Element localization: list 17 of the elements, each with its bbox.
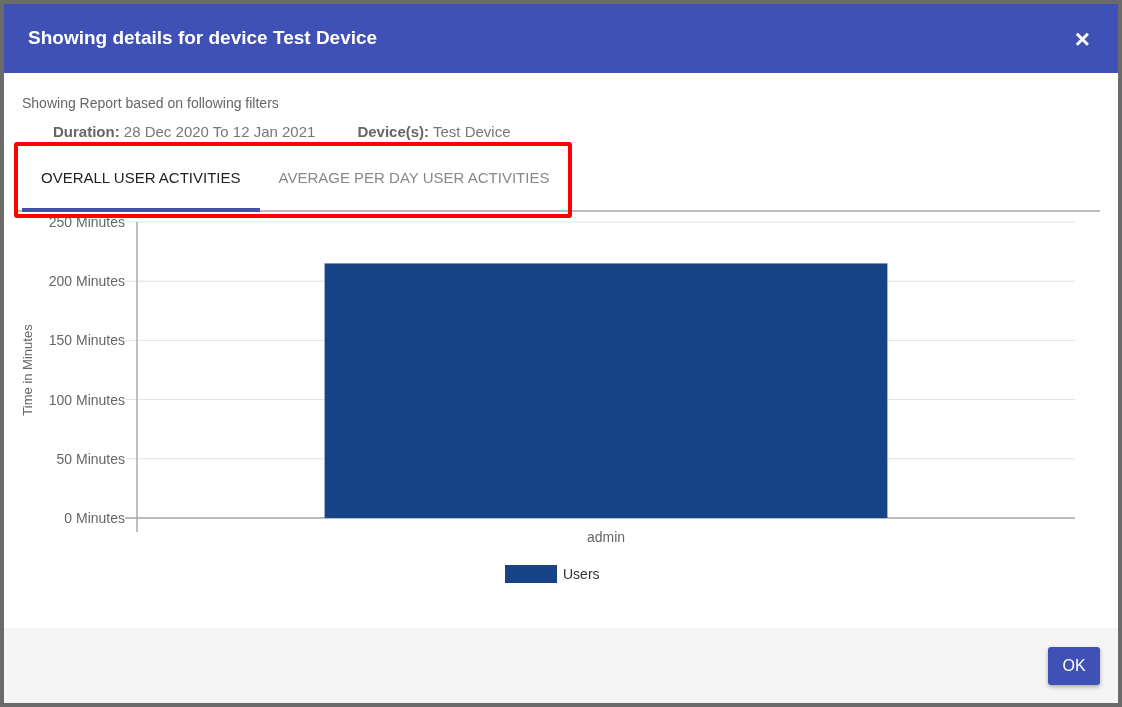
y-tick-label: 150 Minutes xyxy=(48,331,125,348)
filters-heading: Showing Report based on following filters xyxy=(22,94,280,113)
legend-label: Users xyxy=(563,565,600,582)
legend-swatch xyxy=(505,564,557,583)
filter-text: Device(s): Test Device xyxy=(357,122,511,142)
tab[interactable]: OVERALL USER ACTIVITIES xyxy=(22,149,260,212)
tab[interactable]: AVERAGE PER DAY USER ACTIVITIES xyxy=(259,149,569,212)
y-tick-label: 200 Minutes xyxy=(48,272,125,289)
ok-button[interactable]: OK xyxy=(1048,646,1100,685)
y-tick-label: 100 Minutes xyxy=(48,391,125,408)
dialog-title: Showing details for device Test Device xyxy=(28,26,378,51)
close-button[interactable]: × xyxy=(1070,25,1094,52)
filter-text: Duration: 28 Dec 2020 To 12 Jan 2021 xyxy=(53,122,316,142)
y-tick-label: 0 Minutes xyxy=(64,509,125,526)
x-tick-label: admin xyxy=(586,528,626,545)
y-tick-label: 50 Minutes xyxy=(56,450,125,467)
y-axis-title: Time in Minutes xyxy=(20,323,35,416)
